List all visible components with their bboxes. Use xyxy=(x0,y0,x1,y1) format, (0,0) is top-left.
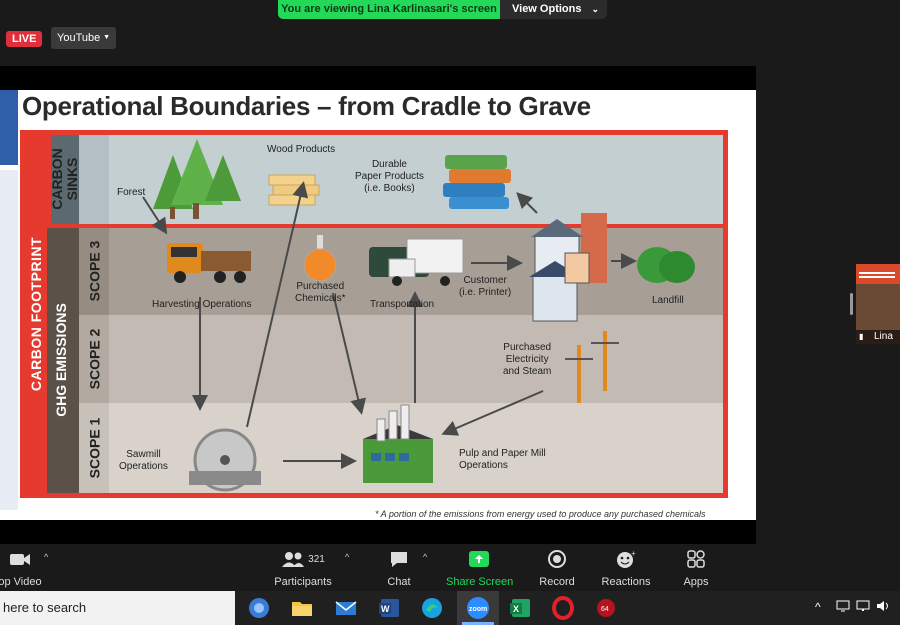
forest-label: Forest xyxy=(117,187,146,198)
word-icon[interactable]: W xyxy=(377,596,401,620)
excel-icon[interactable]: X xyxy=(508,596,532,620)
landfill-bags-icon xyxy=(637,247,695,283)
mail-icon[interactable] xyxy=(334,596,358,620)
slide-title: Operational Boundaries – from Cradle to … xyxy=(22,91,591,121)
view-banner: You are viewing Lina Karlinasari's scree… xyxy=(278,0,607,19)
display-tray-icon[interactable] xyxy=(836,600,850,615)
speaker-volume-icon[interactable] xyxy=(876,600,892,615)
participant-name: Lina xyxy=(874,331,893,342)
sawmill-label: Sawmill Operations xyxy=(119,449,168,472)
participants-label: Participants xyxy=(274,576,332,588)
svg-text:+: + xyxy=(631,549,636,558)
record-label: Record xyxy=(539,576,575,588)
svg-text:X: X xyxy=(513,604,519,614)
record-icon xyxy=(538,548,576,570)
chat-bubble-icon xyxy=(384,548,414,570)
reactions-button[interactable]: + Reactions xyxy=(601,548,651,588)
chat-caret-icon[interactable]: ^ xyxy=(423,552,427,562)
video-options-caret-icon[interactable]: ^ xyxy=(44,552,48,562)
stop-video-label: op Video xyxy=(0,576,42,588)
durable-paper-label: Durable Paper Products (i.e. Books) xyxy=(355,159,424,194)
transportation-icon xyxy=(369,238,464,286)
svg-text:zoom: zoom xyxy=(469,606,487,613)
participants-icon xyxy=(282,552,305,567)
signal-bars-icon: ▮ xyxy=(859,332,864,341)
logging-truck-icon xyxy=(167,243,251,283)
chat-label: Chat xyxy=(387,576,411,588)
opera-browser-icon[interactable] xyxy=(551,596,575,620)
live-badge[interactable]: LIVE xyxy=(6,31,43,47)
participants-count: 321 xyxy=(308,553,325,565)
share-screen-icon xyxy=(446,548,512,570)
presentation-slide: Operational Boundaries – from Cradle to … xyxy=(0,90,756,520)
thumbnail-text-lines xyxy=(859,272,895,274)
diagram-frame: CARBON FOOTPRINT GHG EMISSIONS CARBON SI… xyxy=(20,130,728,498)
windows-taskbar: here to search W zoom X 64 ^ xyxy=(0,591,900,625)
chemicals-label: Purchased Chemicals* xyxy=(295,281,346,304)
customer-label: Customer (i.e. Printer) xyxy=(459,275,512,298)
slide-accent-bar xyxy=(0,90,18,165)
tray-chevron-icon[interactable]: ^ xyxy=(815,600,821,614)
buildings-icon xyxy=(529,213,607,322)
apps-icon xyxy=(680,548,712,570)
thumbnail-resize-handle[interactable] xyxy=(850,293,853,315)
svg-text:W: W xyxy=(381,604,390,614)
stream-platform-label: YouTube xyxy=(57,32,101,44)
pulp-mill-label: Pulp and Paper Mill Operations xyxy=(459,448,546,471)
wood-products-label: Wood Products xyxy=(267,144,336,155)
slide-footnote: * A portion of the emissions from energy… xyxy=(375,509,706,519)
apps-button[interactable]: Apps xyxy=(680,548,712,588)
video-camera-icon xyxy=(0,548,46,570)
share-screen-label: Share Screen xyxy=(446,576,514,588)
edge-browser-icon[interactable] xyxy=(420,596,444,620)
participant-thumbnail[interactable]: Lina ▮ xyxy=(856,264,900,344)
landfill-label: Landfill xyxy=(652,295,684,306)
chat-button[interactable]: Chat xyxy=(384,548,414,588)
participants-caret-icon[interactable]: ^ xyxy=(345,552,349,562)
wood-products-icon xyxy=(268,174,320,206)
viewing-screen-text: You are viewing Lina Karlinasari's scree… xyxy=(278,0,500,19)
zoom-app-icon[interactable]: zoom xyxy=(466,596,490,620)
taskbar-search-input[interactable]: here to search xyxy=(0,591,235,625)
record-button[interactable]: Record xyxy=(538,548,576,588)
participants-button[interactable]: 321 Participants xyxy=(272,548,334,588)
stream-platform-select[interactable]: YouTube ▼ xyxy=(51,27,116,49)
participants-icon-group: 321 xyxy=(272,548,334,570)
transportation-label: Transportation xyxy=(370,299,435,310)
shared-screen: Operational Boundaries – from Cradle to … xyxy=(0,66,756,544)
chevron-down-icon: ⌄ xyxy=(591,4,599,14)
power-poles-icon xyxy=(565,331,619,403)
reactions-label: Reactions xyxy=(601,576,651,588)
meeting-toolbar: op Video ^ 321 Participants ^ Chat ^ Sha… xyxy=(0,544,900,591)
network-icon[interactable] xyxy=(856,600,870,615)
thumbnail-header xyxy=(856,264,900,284)
forest-icon xyxy=(153,139,241,219)
sawmill-blade-icon xyxy=(189,428,261,492)
stop-video-button[interactable]: op Video xyxy=(0,548,46,588)
smiley-plus-icon: + xyxy=(601,548,651,570)
chemicals-flask-icon xyxy=(303,235,337,282)
svg-text:64: 64 xyxy=(601,606,609,613)
apps-label: Apps xyxy=(683,576,709,588)
view-options-button[interactable]: View Options ⌄ xyxy=(500,0,607,19)
electricity-label: Purchased Electricity and Steam xyxy=(503,342,552,377)
taskview-icon[interactable] xyxy=(247,596,271,620)
view-options-label: View Options xyxy=(512,3,582,15)
opera-gx-icon[interactable]: 64 xyxy=(594,596,618,620)
share-screen-button[interactable]: Share Screen xyxy=(446,548,514,588)
slide-accent-panel xyxy=(0,170,18,510)
dropdown-arrow-icon: ▼ xyxy=(103,34,110,41)
file-explorer-icon[interactable] xyxy=(290,596,314,620)
books-icon xyxy=(443,155,511,209)
harvesting-label: Harvesting Operations xyxy=(152,299,252,310)
pulp-mill-factory-icon xyxy=(363,404,433,483)
